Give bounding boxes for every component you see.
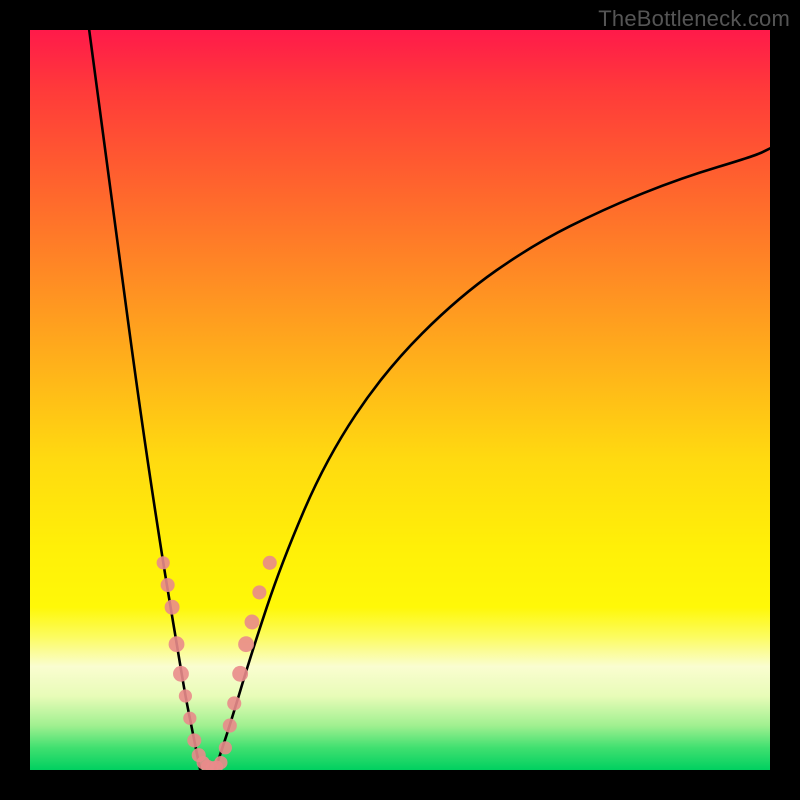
series-right-curve	[215, 148, 770, 770]
chart-svg	[30, 30, 770, 770]
series-left-curve	[89, 30, 200, 770]
series-markers	[157, 556, 277, 770]
marker-point	[223, 719, 237, 733]
marker-point	[252, 585, 266, 599]
series-lines	[89, 30, 770, 770]
marker-point	[173, 666, 189, 682]
marker-point	[227, 696, 241, 710]
marker-point	[187, 733, 201, 747]
marker-point	[238, 636, 254, 652]
marker-point	[161, 578, 175, 592]
marker-point	[232, 666, 248, 682]
plot-area	[30, 30, 770, 770]
marker-point	[157, 556, 170, 569]
marker-point	[219, 741, 232, 754]
chart-frame: TheBottleneck.com	[0, 0, 800, 800]
marker-point	[214, 756, 227, 769]
watermark-text: TheBottleneck.com	[598, 6, 790, 32]
marker-point	[263, 556, 277, 570]
marker-point	[165, 600, 180, 615]
marker-point	[245, 615, 260, 630]
marker-point	[179, 689, 192, 702]
marker-point	[183, 712, 196, 725]
marker-point	[169, 636, 185, 652]
